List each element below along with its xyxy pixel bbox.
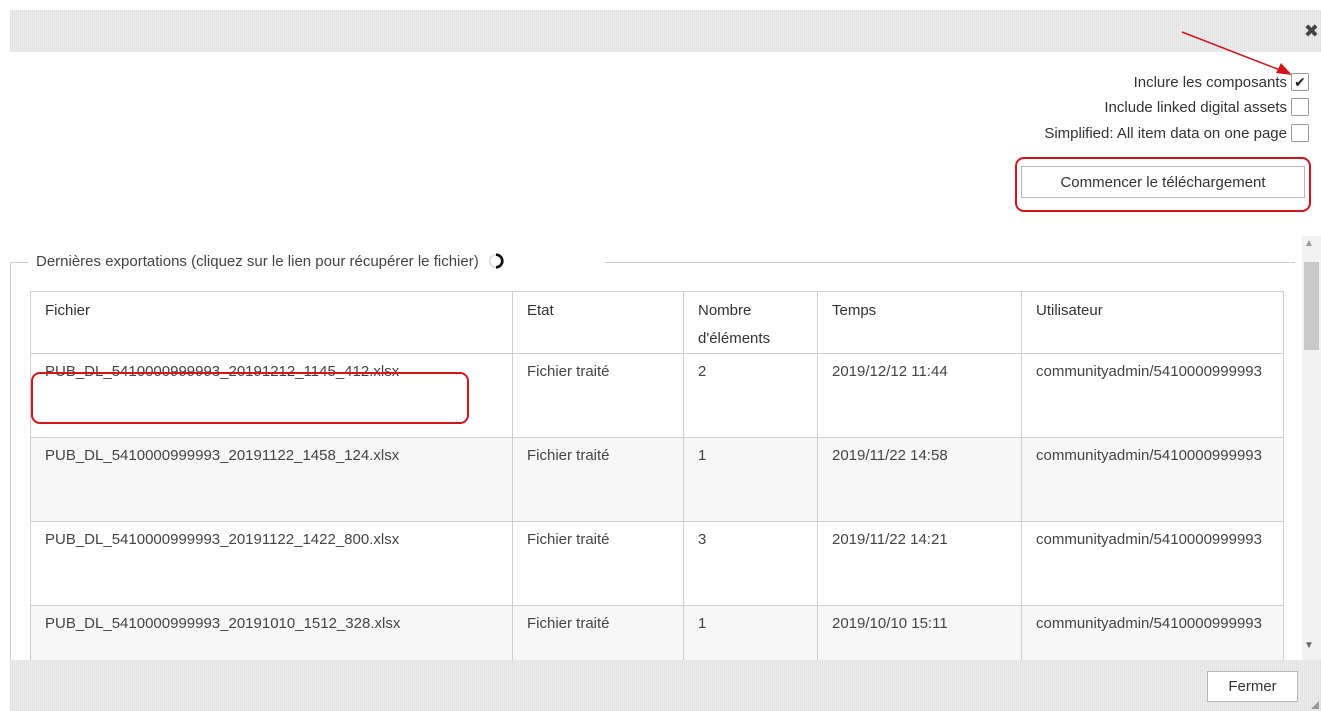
option-label: Include linked digital assets [1104, 98, 1287, 116]
dialog-titlebar [10, 10, 1321, 52]
scroll-down-icon[interactable]: ▼ [1304, 640, 1314, 651]
time-cell: 2019/12/12 11:44 [817, 353, 1022, 438]
user-cell: communityadmin/5410000999993 [1021, 437, 1284, 522]
exports-table: Fichier Etat Nombre d'éléments Temps Uti… [30, 291, 1284, 690]
state-cell: Fichier traité [512, 353, 684, 438]
file-link[interactable]: PUB_DL_5410000999993_20191212_1145_412.x… [30, 353, 513, 438]
scroll-up-icon[interactable]: ▲ [1304, 238, 1314, 249]
option-include-components: Inclure les composants ✔ [1134, 73, 1309, 91]
table-row: PUB_DL_5410000999993_20191122_1422_800.x… [30, 521, 1284, 606]
column-header-count: Nombre d'éléments [683, 291, 818, 354]
resize-grip-icon[interactable] [1311, 701, 1319, 709]
exports-legend-text: Dernières exportations (cliquez sur le l… [36, 252, 479, 270]
count-cell: 2 [683, 353, 818, 438]
table-row: PUB_DL_5410000999993_20191122_1458_124.x… [30, 437, 1284, 522]
include-assets-checkbox[interactable] [1291, 98, 1309, 116]
fieldset-border [10, 262, 28, 263]
table-row: PUB_DL_5410000999993_20191212_1145_412.x… [30, 353, 1284, 438]
time-cell: 2019/11/22 14:58 [817, 437, 1022, 522]
exports-legend: Dernières exportations (cliquez sur le l… [36, 252, 505, 270]
user-cell: communityadmin/5410000999993 [1021, 353, 1284, 438]
dialog-footer [10, 660, 1321, 711]
scrollbar-thumb[interactable] [1304, 262, 1319, 350]
start-download-button[interactable]: Commencer le téléchargement [1021, 166, 1305, 198]
column-header-file: Fichier [30, 291, 513, 354]
simplified-checkbox[interactable] [1291, 124, 1309, 142]
file-link[interactable]: PUB_DL_5410000999993_20191122_1458_124.x… [30, 437, 513, 522]
state-cell: Fichier traité [512, 437, 684, 522]
time-cell: 2019/11/22 14:21 [817, 521, 1022, 606]
fieldset-border [10, 262, 11, 662]
count-cell: 1 [683, 437, 818, 522]
file-link[interactable]: PUB_DL_5410000999993_20191122_1422_800.x… [30, 521, 513, 606]
option-simplified: Simplified: All item data on one page [1044, 124, 1309, 142]
table-header-row: Fichier Etat Nombre d'éléments Temps Uti… [30, 291, 1284, 354]
include-components-checkbox[interactable]: ✔ [1291, 73, 1309, 91]
column-header-time: Temps [817, 291, 1022, 354]
fieldset-border [605, 262, 1295, 263]
state-cell: Fichier traité [512, 521, 684, 606]
column-header-user: Utilisateur [1021, 291, 1284, 354]
column-header-state: Etat [512, 291, 684, 354]
refresh-spinner-icon[interactable] [487, 252, 505, 270]
option-include-assets: Include linked digital assets [1104, 98, 1309, 116]
count-cell: 3 [683, 521, 818, 606]
option-label: Simplified: All item data on one page [1044, 124, 1287, 142]
close-icon[interactable]: ✖ [1304, 22, 1319, 40]
close-button[interactable]: Fermer [1207, 671, 1298, 702]
option-label: Inclure les composants [1133, 73, 1287, 91]
user-cell: communityadmin/5410000999993 [1021, 521, 1284, 606]
